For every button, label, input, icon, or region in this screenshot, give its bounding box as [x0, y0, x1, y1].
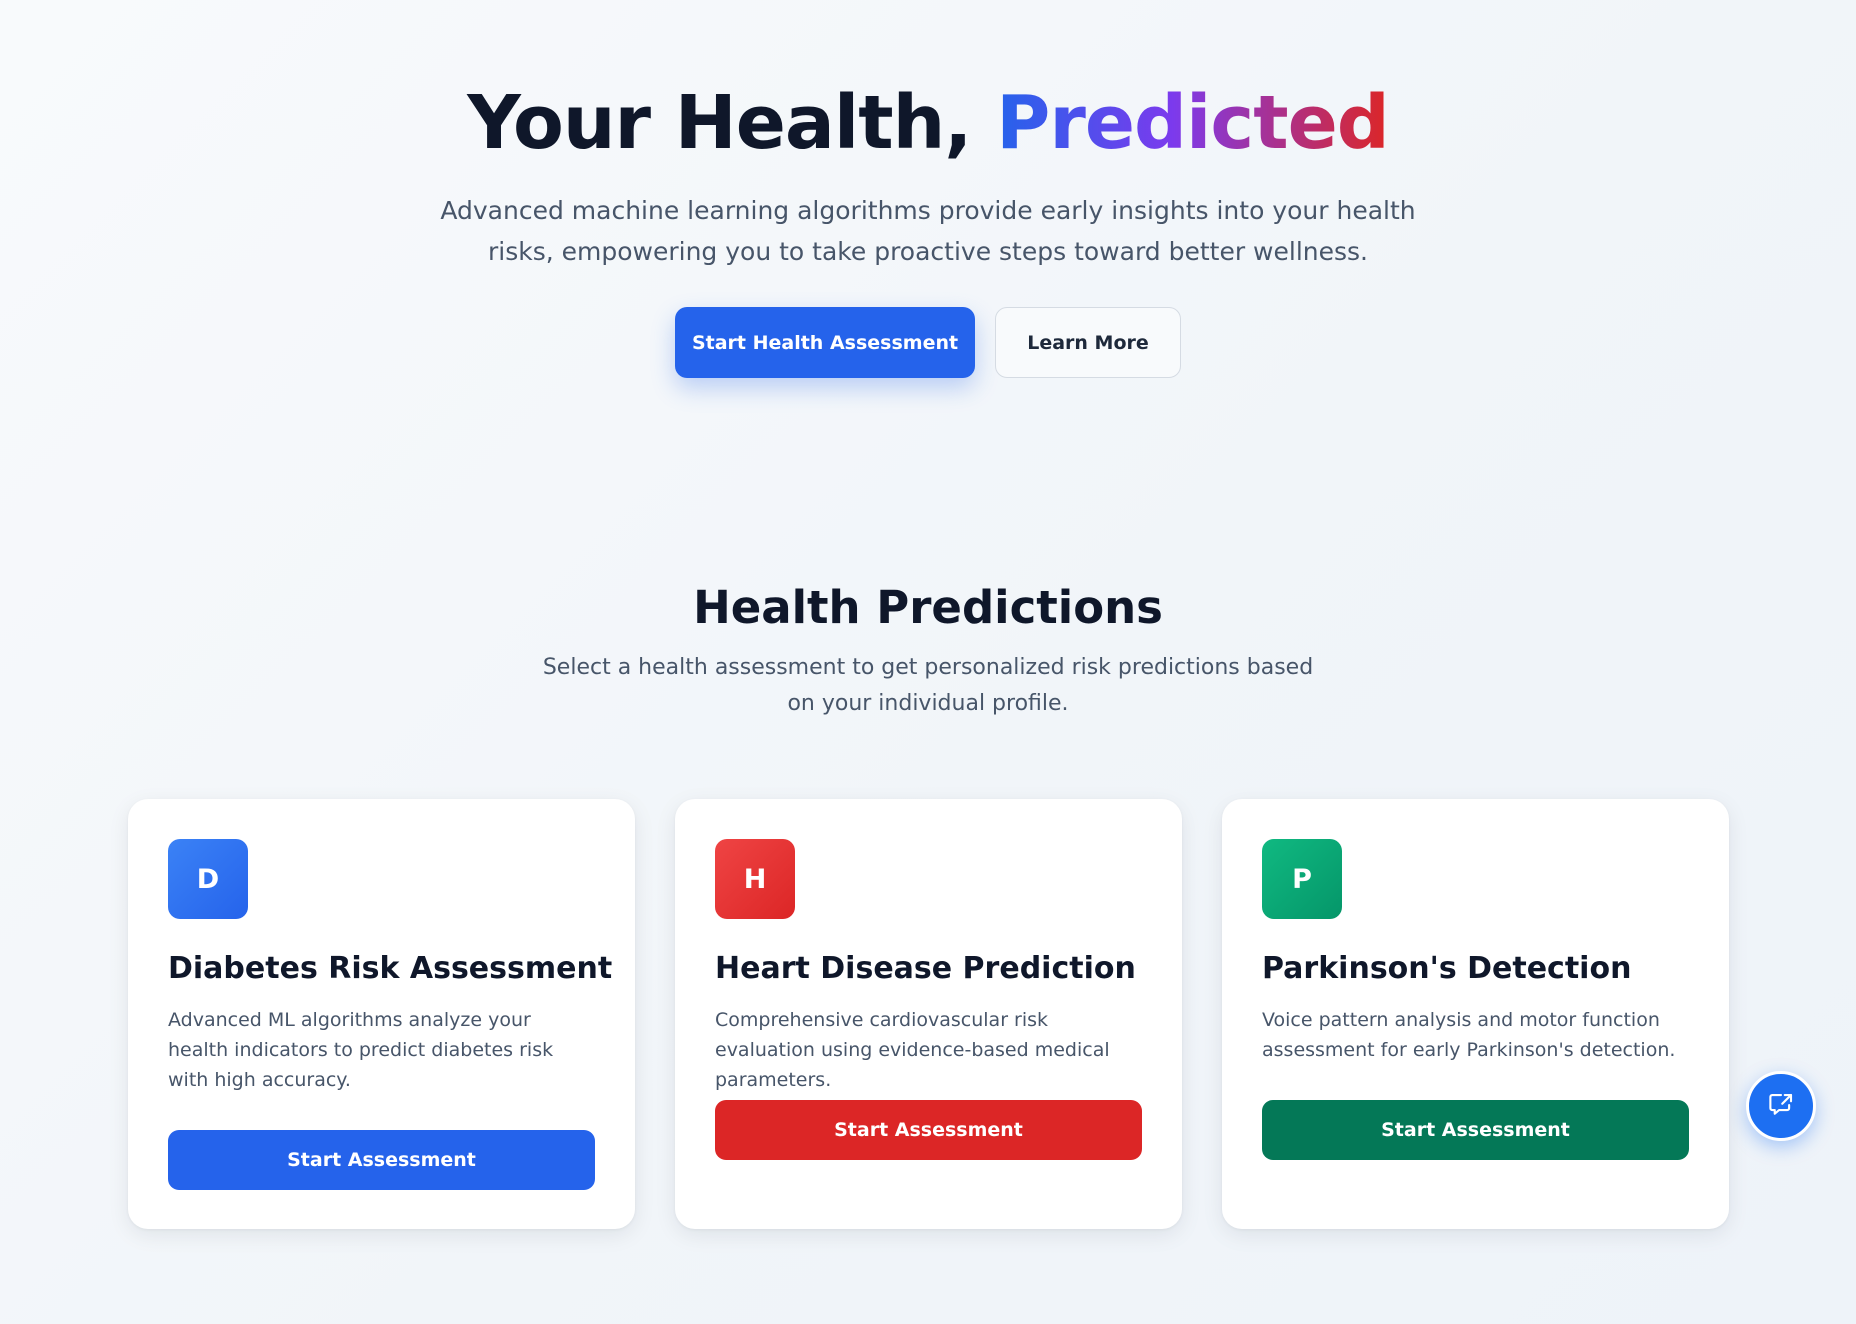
- hero-title: Your Health, Predicted: [0, 78, 1856, 168]
- card-title: Heart Disease Prediction: [715, 951, 1136, 986]
- floating-chat-button[interactable]: [1746, 1071, 1816, 1141]
- section-subtitle: Select a health assessment to get person…: [542, 655, 1314, 716]
- start-parkinsons-assessment-button[interactable]: Start Assessment: [1262, 1100, 1689, 1160]
- hero-subtitle: Advanced machine learning algorithms pro…: [440, 196, 1416, 266]
- heart-letter-icon: H: [715, 839, 795, 919]
- card-diabetes: D Diabetes Risk Assessment Advanced ML a…: [128, 799, 635, 1229]
- card-description: Voice pattern analysis and motor functio…: [1262, 1009, 1676, 1061]
- start-health-assessment-button[interactable]: Start Health Assessment: [675, 307, 975, 378]
- start-heart-assessment-button[interactable]: Start Assessment: [715, 1100, 1142, 1160]
- card-description: Advanced ML algorithms analyze your heal…: [168, 1009, 554, 1091]
- prediction-cards: D Diabetes Risk Assessment Advanced ML a…: [128, 799, 1729, 1229]
- start-diabetes-assessment-button[interactable]: Start Assessment: [168, 1130, 595, 1190]
- hero-title-main: Your Health,: [467, 80, 997, 166]
- card-title: Diabetes Risk Assessment: [168, 951, 613, 986]
- learn-more-button[interactable]: Learn More: [995, 307, 1181, 378]
- hero-title-accent: Predicted: [996, 80, 1390, 166]
- diabetes-letter-icon: D: [168, 839, 248, 919]
- section-title: Health Predictions: [693, 581, 1163, 634]
- card-description: Comprehensive cardiovascular risk evalua…: [715, 1009, 1110, 1091]
- chat-share-icon: [1766, 1090, 1796, 1123]
- parkinsons-letter-icon: P: [1262, 839, 1342, 919]
- hero-actions: Start Health Assessment Learn More: [0, 307, 1856, 378]
- card-title: Parkinson's Detection: [1262, 951, 1632, 986]
- card-heart-disease: H Heart Disease Prediction Comprehensive…: [675, 799, 1182, 1229]
- card-parkinsons: P Parkinson's Detection Voice pattern an…: [1222, 799, 1729, 1229]
